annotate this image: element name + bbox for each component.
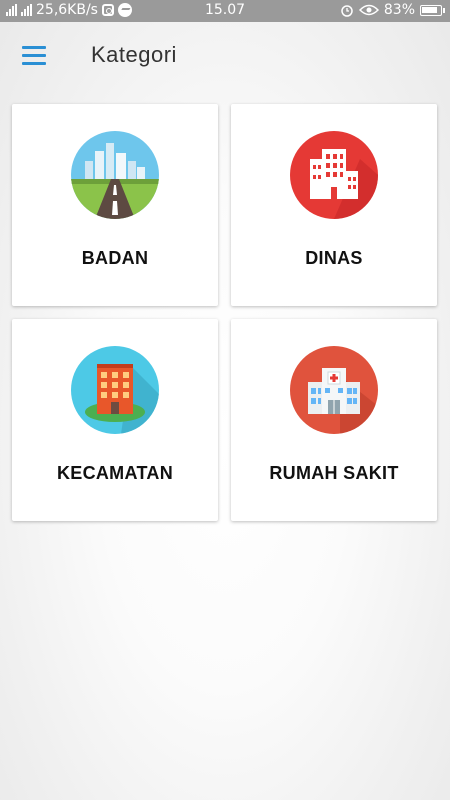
category-card-badan[interactable]: BADAN (12, 104, 218, 306)
apartment-building-icon (71, 346, 159, 434)
battery-percent: 83% (383, 2, 415, 18)
category-label: DINAS (305, 248, 363, 268)
city-road-icon (71, 131, 159, 219)
category-label: BADAN (81, 248, 149, 268)
battery-icon (420, 4, 445, 16)
hamburger-menu-icon[interactable] (22, 46, 48, 66)
category-card-kecamatan[interactable]: KECAMATAN (12, 319, 218, 521)
status-bar: 25,6KB/s 15.07 83% (0, 0, 450, 22)
office-building-icon (290, 131, 378, 219)
page-title: Kategori (91, 42, 177, 67)
status-right: 83% (340, 2, 445, 18)
eye-icon (358, 4, 379, 16)
hospital-icon (290, 346, 378, 434)
app-bar: Kategori (0, 22, 450, 90)
category-label: KECAMATAN (56, 463, 174, 483)
category-card-rumah-sakit[interactable]: RUMAH SAKIT (231, 319, 437, 521)
alarm-icon (341, 5, 353, 17)
category-label: RUMAH SAKIT (269, 463, 399, 483)
category-card-dinas[interactable]: DINAS (231, 104, 437, 306)
